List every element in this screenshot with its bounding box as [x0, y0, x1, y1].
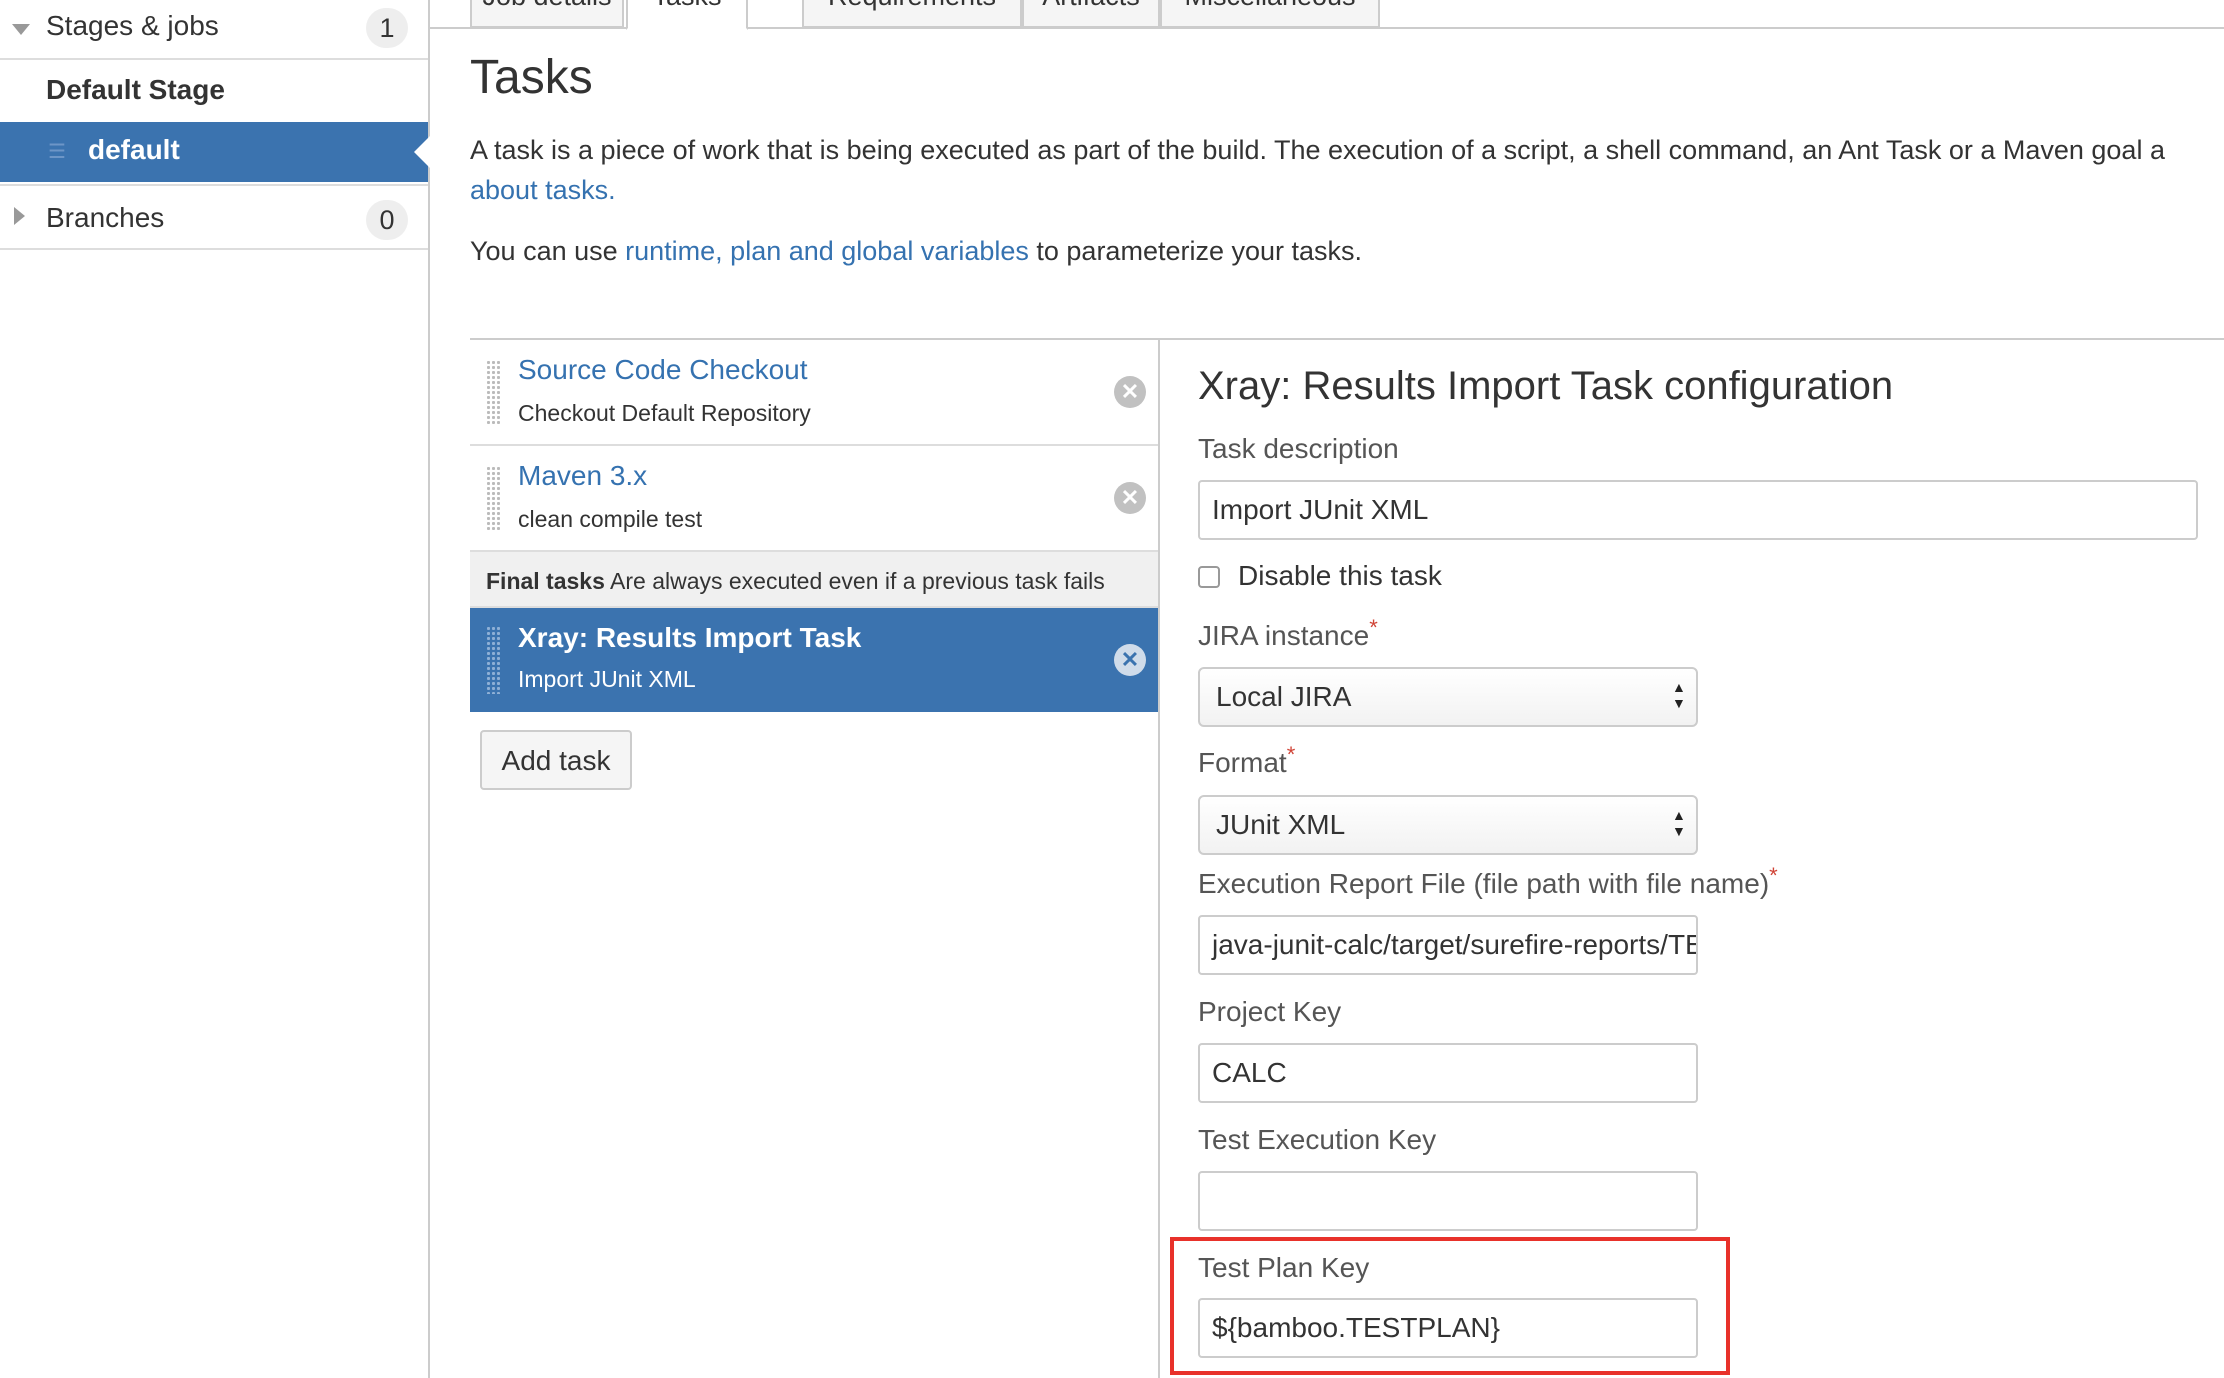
- tab-requirements[interactable]: Requirements: [802, 0, 1022, 28]
- config-title: Xray: Results Import Task configuration: [1198, 364, 1894, 408]
- tab-artifacts[interactable]: Artifacts: [1022, 0, 1160, 28]
- delete-task-icon[interactable]: ✕: [1114, 376, 1146, 408]
- required-marker: *: [1769, 863, 1778, 888]
- variables-suffix: to parameterize your tasks.: [1028, 236, 1363, 266]
- final-tasks-text: Final tasks Are always executed even if …: [486, 568, 1105, 595]
- task-item-source-checkout[interactable]: Source Code Checkout Checkout Default Re…: [470, 340, 1158, 446]
- drag-handle-icon[interactable]: [486, 626, 500, 694]
- sidebar-item-stages-jobs[interactable]: Stages & jobs 1: [0, 0, 428, 60]
- about-tasks-link[interactable]: about tasks.: [470, 175, 616, 205]
- task-description-label: Task description: [1198, 433, 1399, 464]
- collapse-triangle-icon[interactable]: [12, 24, 30, 35]
- intro-link-line: about tasks.: [470, 170, 616, 210]
- sidebar-item-label: Stages & jobs: [46, 10, 219, 41]
- delete-task-icon[interactable]: ✕: [1114, 644, 1146, 676]
- format-select[interactable]: JUnit XML ▲ ▼: [1198, 795, 1698, 855]
- task-item-maven[interactable]: Maven 3.x clean compile test ✕: [470, 446, 1158, 552]
- count-badge: 0: [366, 200, 408, 240]
- task-subtitle: Import JUnit XML: [518, 666, 696, 692]
- sidebar: Stages & jobs 1 Default Stage ☰ default …: [0, 0, 430, 1378]
- tab-job-details[interactable]: Job details: [470, 0, 624, 28]
- sidebar-item-branches[interactable]: Branches 0: [0, 184, 428, 250]
- format-value: JUnit XML: [1216, 809, 1346, 840]
- task-description-input[interactable]: Import JUnit XML: [1198, 480, 2198, 540]
- jira-instance-value: Local JIRA: [1216, 681, 1352, 712]
- test-execution-key-label: Test Execution Key: [1198, 1124, 1437, 1155]
- column-divider: [1158, 340, 1160, 1378]
- required-marker: *: [1369, 615, 1378, 640]
- sidebar-item-label: Branches: [46, 202, 165, 233]
- task-title[interactable]: Xray: Results Import Task: [518, 622, 861, 654]
- variables-link[interactable]: runtime, plan and global variables: [625, 236, 1029, 266]
- jira-instance-label-text: JIRA instance: [1198, 620, 1370, 651]
- tab-miscellaneous[interactable]: Miscellaneous: [1160, 0, 1380, 28]
- sidebar-item-label: Default Stage: [46, 74, 225, 105]
- drag-handle-icon[interactable]: [486, 466, 500, 532]
- delete-task-icon[interactable]: ✕: [1114, 482, 1146, 514]
- final-tasks-header: Final tasks Are always executed even if …: [470, 552, 1158, 608]
- page-title: Tasks: [470, 51, 593, 104]
- project-key-label: Project Key: [1198, 996, 1342, 1027]
- expand-triangle-icon[interactable]: [14, 207, 25, 225]
- report-file-label: Execution Report File (file path with fi…: [1198, 863, 1778, 900]
- task-subtitle: clean compile test: [518, 506, 703, 532]
- variables-prefix: You can use: [470, 236, 626, 266]
- task-title[interactable]: Source Code Checkout: [518, 354, 808, 386]
- report-file-input[interactable]: java-junit-calc/target/surefire-reports/…: [1198, 915, 1698, 975]
- sidebar-item-default-stage[interactable]: Default Stage: [0, 60, 428, 122]
- list-icon: ☰: [48, 141, 66, 163]
- task-item-xray-import[interactable]: Xray: Results Import Task Import JUnit X…: [470, 608, 1158, 712]
- format-label-text: Format: [1198, 747, 1287, 778]
- report-file-label-text: Execution Report File (file path with fi…: [1198, 868, 1770, 899]
- intro-text: A task is a piece of work that is being …: [470, 135, 2165, 165]
- add-task-button[interactable]: Add task: [480, 730, 632, 790]
- sidebar-item-default-job[interactable]: ☰ default: [0, 122, 430, 182]
- format-label: Format*: [1198, 742, 1295, 779]
- jira-instance-label: JIRA instance*: [1198, 615, 1378, 652]
- variables-text: You can use runtime, plan and global var…: [470, 231, 1362, 271]
- task-title[interactable]: Maven 3.x: [518, 460, 647, 492]
- select-arrows-icon: ▲ ▼: [1672, 679, 1686, 711]
- project-key-input[interactable]: CALC: [1198, 1043, 1698, 1103]
- highlight-annotation-box: [1170, 1237, 1730, 1375]
- tab-tasks[interactable]: Tasks: [626, 0, 748, 30]
- task-subtitle: Checkout Default Repository: [518, 400, 811, 426]
- sidebar-item-label: default: [88, 134, 180, 165]
- test-execution-key-input[interactable]: [1198, 1171, 1698, 1231]
- final-tasks-label: Final tasks: [486, 568, 605, 594]
- final-tasks-note: Are always executed even if a previous t…: [610, 568, 1105, 594]
- drag-handle-icon[interactable]: [486, 360, 500, 426]
- disable-task-checkbox[interactable]: [1198, 566, 1220, 588]
- required-marker: *: [1286, 742, 1296, 767]
- select-arrows-icon: ▲ ▼: [1672, 807, 1686, 839]
- jira-instance-select[interactable]: Local JIRA ▲ ▼: [1198, 667, 1698, 727]
- selection-pointer: [414, 136, 430, 168]
- disable-task-label: Disable this task: [1238, 560, 1442, 591]
- count-badge: 1: [366, 8, 408, 48]
